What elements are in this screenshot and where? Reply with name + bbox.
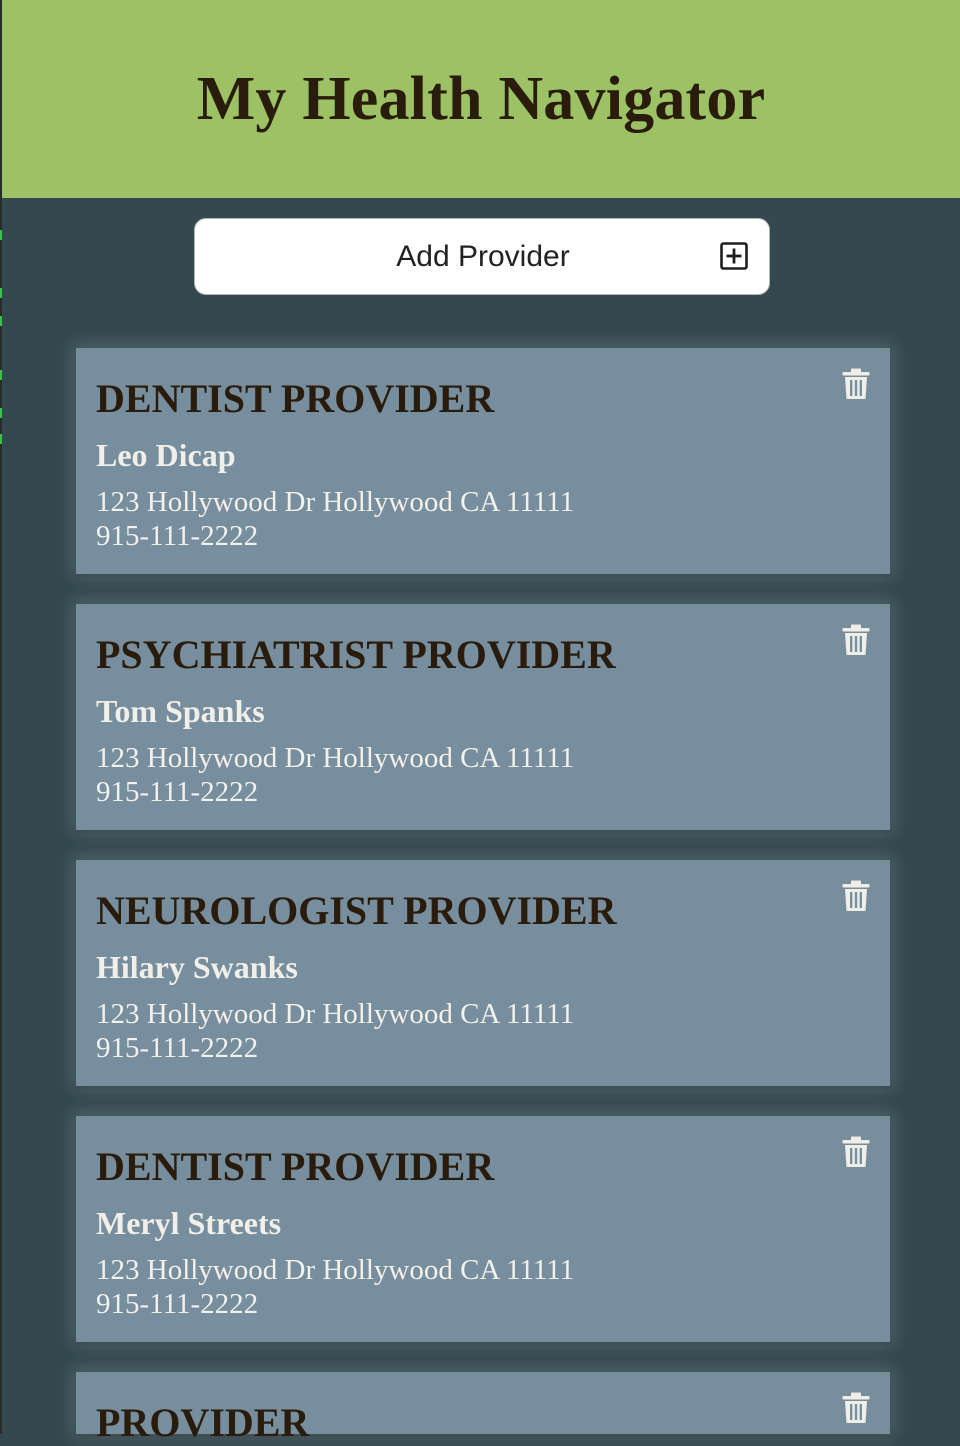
page-title: My Health Navigator	[196, 64, 766, 133]
provider-address: 123 Hollywood Dr Hollywood CA 11111	[96, 486, 575, 518]
add-provider-label: Add Provider	[396, 239, 570, 273]
provider-phone: 915-111-2222	[96, 1032, 259, 1064]
provider-card: PSYCHIATRIST PROVIDER Tom Spanks 123 Hol…	[76, 604, 890, 830]
provider-type: DENTIST PROVIDER	[96, 376, 495, 421]
provider-address: 123 Hollywood Dr Hollywood CA 11111	[96, 998, 575, 1030]
add-provider-button[interactable]: Add Provider	[194, 218, 770, 295]
edge-marker	[0, 370, 2, 380]
provider-card: PROVIDER	[76, 1372, 890, 1445]
provider-name: Leo Dicap	[96, 437, 236, 473]
provider-type: PSYCHIATRIST PROVIDER	[96, 632, 616, 677]
provider-address: 123 Hollywood Dr Hollywood CA 11111	[96, 1254, 575, 1286]
provider-phone: 915-111-2222	[96, 1288, 259, 1320]
provider-phone: 915-111-2222	[96, 520, 259, 552]
provider-type: PROVIDER	[96, 1400, 310, 1445]
edge-marker	[0, 230, 2, 240]
edge-marker	[0, 288, 2, 298]
provider-name: Meryl Streets	[96, 1205, 282, 1241]
app-header: My Health Navigator	[2, 0, 960, 198]
trash-icon[interactable]	[842, 1136, 870, 1168]
provider-card: DENTIST PROVIDER Meryl Streets 123 Holly…	[76, 1116, 890, 1342]
trash-icon[interactable]	[842, 1392, 870, 1424]
provider-card: DENTIST PROVIDER Leo Dicap 123 Hollywood…	[76, 348, 890, 574]
plus-square-icon	[720, 242, 748, 270]
window-left-edge	[0, 0, 2, 1434]
provider-name: Hilary Swanks	[96, 949, 298, 985]
provider-type: DENTIST PROVIDER	[96, 1144, 495, 1189]
edge-marker	[0, 408, 2, 418]
edge-marker	[0, 434, 2, 444]
provider-phone: 915-111-2222	[96, 776, 259, 808]
edge-marker	[0, 316, 2, 326]
trash-icon[interactable]	[842, 624, 870, 656]
trash-icon[interactable]	[842, 880, 870, 912]
provider-card: NEUROLOGIST PROVIDER Hilary Swanks 123 H…	[76, 860, 890, 1086]
provider-address: 123 Hollywood Dr Hollywood CA 11111	[96, 742, 575, 774]
provider-type: NEUROLOGIST PROVIDER	[96, 888, 617, 933]
provider-name: Tom Spanks	[96, 693, 265, 729]
trash-icon[interactable]	[842, 368, 870, 400]
